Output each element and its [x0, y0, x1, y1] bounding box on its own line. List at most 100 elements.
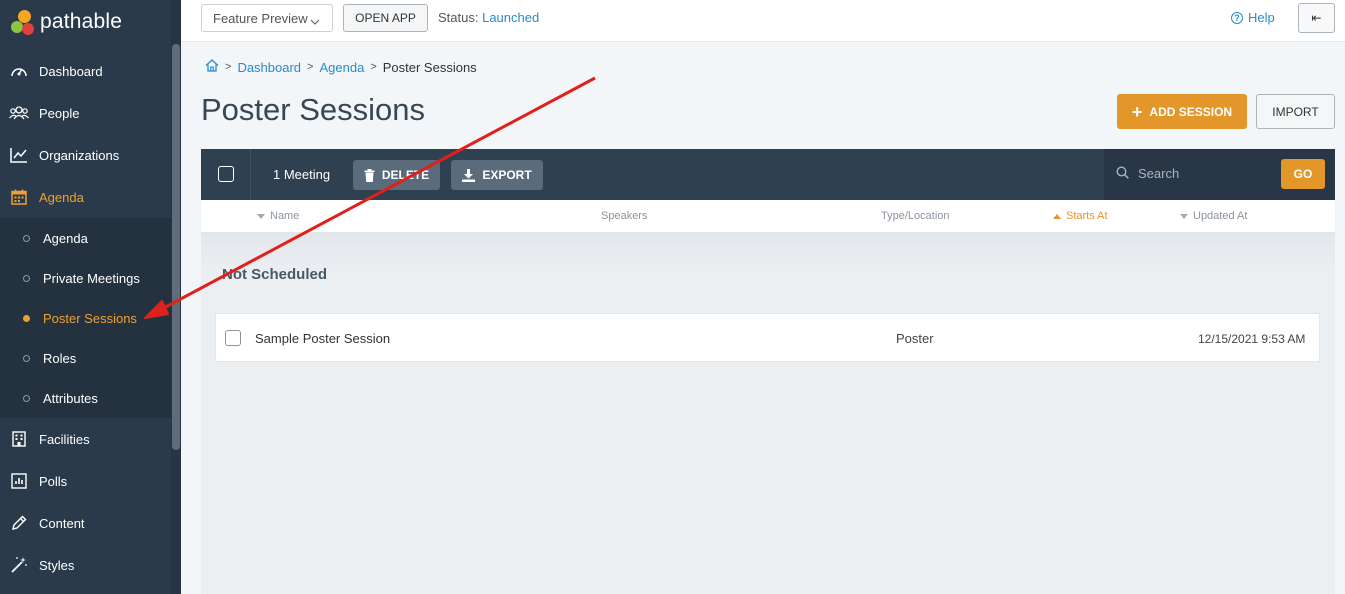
delete-label: DELETE — [381, 168, 430, 182]
delete-button[interactable]: DELETE — [353, 160, 440, 190]
sidebar-item-agenda[interactable]: Agenda — [0, 176, 171, 218]
plus-icon: + — [1131, 101, 1143, 122]
selection-count: 1 Meeting — [273, 167, 331, 182]
bullet-icon — [23, 394, 30, 402]
pencil-icon — [9, 513, 29, 533]
status-value[interactable]: Launched — [482, 10, 539, 25]
row-checkbox[interactable] — [225, 330, 241, 346]
status-indicator: Status: Launched — [438, 10, 539, 25]
breadcrumb-dashboard[interactable]: Dashboard — [237, 60, 301, 75]
help-link[interactable]: ? Help — [1231, 10, 1275, 25]
page-title: Poster Sessions — [201, 92, 425, 127]
chevron-right-icon: > — [370, 61, 377, 73]
sidebar-item-label: Polls — [39, 473, 68, 489]
sidebar-subitem-label: Agenda — [43, 230, 88, 246]
group-title: Not Scheduled — [222, 266, 328, 283]
search-input[interactable]: Search — [1138, 166, 1179, 181]
bullet-icon — [23, 314, 30, 322]
column-label: Name — [270, 210, 300, 222]
collapse-panel-button[interactable]: ⇤ — [1298, 3, 1335, 33]
bullet-icon — [23, 354, 30, 362]
column-header-speakers: Speakers — [601, 210, 647, 222]
home-icon[interactable] — [205, 59, 219, 75]
column-header-updated-at[interactable]: Updated At — [1180, 210, 1247, 222]
export-label: EXPORT — [482, 168, 532, 182]
bar-chart-icon — [9, 471, 29, 491]
sidebar-item-styles[interactable]: Styles — [0, 544, 171, 586]
toolbar-divider — [250, 149, 251, 200]
open-app-button[interactable]: OPEN APP — [343, 4, 428, 32]
building-icon — [9, 429, 29, 449]
help-label: Help — [1248, 10, 1275, 25]
sidebar-subitem-label: Private Meetings — [43, 270, 140, 286]
arrow-left-bar-icon: ⇤ — [1311, 11, 1322, 25]
breadcrumb: > Dashboard > Agenda > Poster Sessions — [205, 59, 477, 75]
sidebar-item-label: Organizations — [39, 147, 120, 163]
pathable-logo[interactable]: pathable — [10, 8, 122, 36]
import-button[interactable]: IMPORT — [1256, 94, 1335, 129]
sidebar-item-label: Agenda — [39, 189, 84, 205]
add-session-button[interactable]: + ADD SESSION — [1117, 94, 1247, 129]
sidebar-item-label: Content — [39, 515, 85, 531]
chart-line-icon — [9, 145, 29, 165]
sidebar-subitem-label: Attributes — [43, 390, 98, 406]
sidebar-scrollbar[interactable] — [172, 44, 180, 450]
sort-up-icon — [1053, 213, 1061, 219]
column-label: Starts At — [1066, 210, 1108, 222]
column-header-type-location: Type/Location — [881, 210, 950, 222]
sidebar-item-organizations[interactable]: Organizations — [0, 134, 171, 176]
column-header-starts-at[interactable]: Starts At — [1053, 210, 1108, 222]
sidebar-subitem-label: Poster Sessions — [43, 310, 137, 326]
magic-wand-icon — [9, 555, 29, 575]
column-label: Speakers — [601, 210, 648, 222]
sidebar-item-content[interactable]: Content — [0, 502, 171, 544]
download-icon — [462, 168, 476, 182]
brand-name: pathable — [40, 10, 123, 33]
table-header: Name Speakers Type/Location Starts At Up… — [201, 200, 1335, 233]
search-go-button[interactable]: GO — [1281, 159, 1325, 189]
status-label: Status: — [438, 10, 479, 25]
bullet-icon — [23, 234, 30, 242]
sidebar-item-dashboard[interactable]: Dashboard — [0, 50, 171, 92]
chevron-right-icon: > — [225, 61, 232, 73]
sidebar-subitem-poster-sessions[interactable]: Poster Sessions — [0, 298, 171, 338]
bullet-icon — [23, 274, 30, 282]
breadcrumb-agenda[interactable]: Agenda — [319, 60, 364, 75]
table-row[interactable]: Sample Poster Session Poster 12/15/2021 … — [215, 313, 1320, 362]
select-all-checkbox[interactable] — [218, 166, 234, 182]
search-icon — [1116, 166, 1129, 182]
gauge-icon — [9, 61, 29, 81]
table-toolbar: 1 Meeting DELETE EXPORT Search GO — [201, 149, 1335, 200]
sidebar-nav: Dashboard People Organizations Agenda Ag… — [0, 50, 171, 586]
column-header-name[interactable]: Name — [257, 210, 299, 222]
sidebar-item-facilities[interactable]: Facilities — [0, 418, 171, 460]
content-shade — [201, 233, 1335, 273]
column-label: Updated At — [1193, 210, 1248, 222]
add-session-label: ADD SESSION — [1149, 104, 1233, 119]
sidebar-subitem-label: Roles — [43, 350, 77, 366]
sidebar-item-label: Facilities — [39, 431, 90, 447]
sidebar-item-people[interactable]: People — [0, 92, 171, 134]
sidebar-subitem-roles[interactable]: Roles — [0, 338, 171, 378]
column-label: Type/Location — [881, 210, 950, 222]
feature-preview-select[interactable]: Feature Preview — [201, 4, 333, 32]
sidebar-subitem-attributes[interactable]: Attributes — [0, 378, 171, 418]
agenda-submenu: Agenda Private Meetings Poster Sessions … — [0, 218, 171, 418]
chevron-right-icon: > — [307, 61, 314, 73]
session-name[interactable]: Sample Poster Session — [255, 331, 390, 346]
sidebar-item-label: Styles — [39, 557, 75, 573]
sessions-list: Not Scheduled Sample Poster Session Post… — [201, 233, 1335, 594]
calendar-icon — [9, 187, 29, 207]
pathable-logo-icon — [10, 8, 38, 36]
session-updated-at: 12/15/2021 9:53 AM — [1198, 332, 1306, 346]
export-button[interactable]: EXPORT — [451, 160, 543, 190]
top-bar: Feature Preview OPEN APP Status: Launche… — [181, 0, 1345, 42]
sidebar-item-polls[interactable]: Polls — [0, 460, 171, 502]
breadcrumb-current: Poster Sessions — [382, 59, 477, 75]
sidebar-subitem-private-meetings[interactable]: Private Meetings — [0, 258, 171, 298]
sidebar-item-label: Dashboard — [39, 63, 103, 79]
sidebar-item-label: People — [39, 105, 80, 121]
feature-preview-label: Feature Preview — [213, 10, 308, 26]
sidebar-subitem-agenda[interactable]: Agenda — [0, 218, 171, 258]
session-type: Poster — [896, 331, 934, 346]
